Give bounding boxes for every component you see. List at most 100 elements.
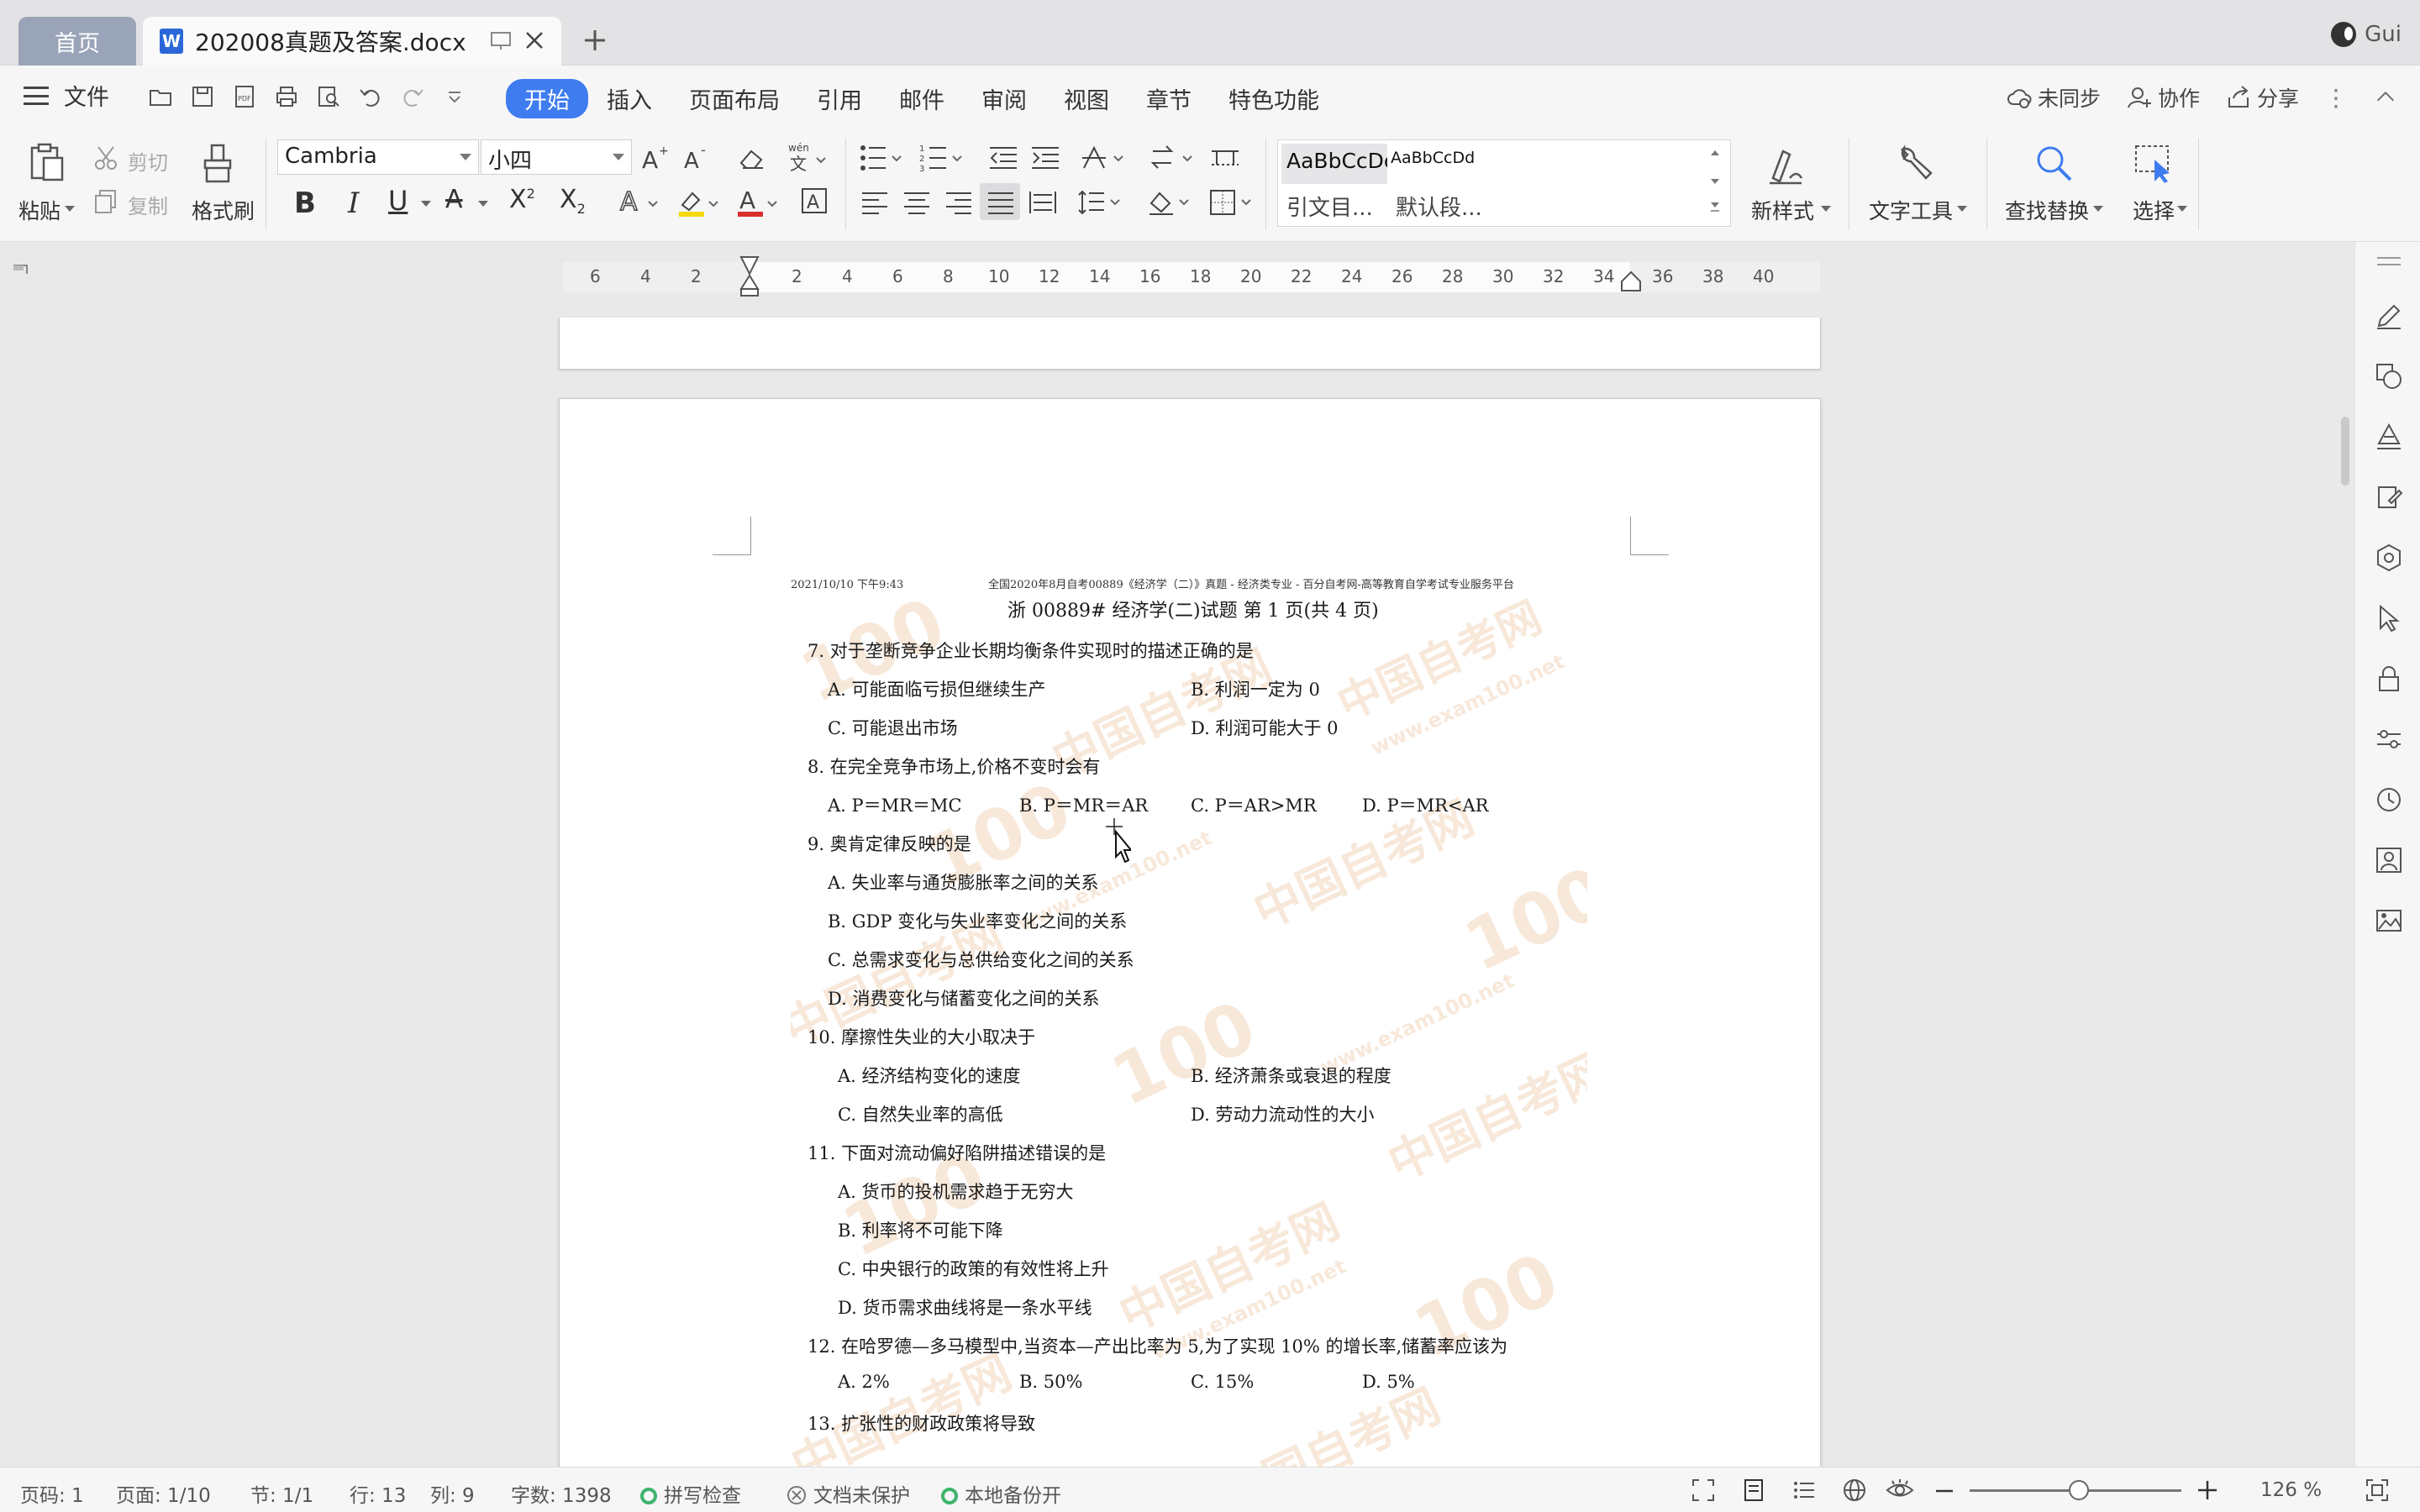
status-column[interactable]: 列: 9 (430, 1479, 475, 1508)
page-view-icon[interactable] (1741, 1478, 1766, 1503)
distributed-align-icon[interactable] (1028, 190, 1057, 215)
document-tools-icon[interactable] (2374, 482, 2404, 512)
zoom-out-icon[interactable] (1934, 1483, 1954, 1499)
sync-status[interactable]: 未同步 (2006, 82, 2101, 113)
picture-icon[interactable] (2374, 906, 2404, 936)
text-tools-wrench-icon[interactable] (1896, 143, 1938, 185)
spell-check-toggle[interactable]: 拼写检查 (640, 1479, 741, 1508)
cut-label[interactable]: 剪切 (128, 146, 168, 176)
increase-indent-icon[interactable] (1030, 144, 1060, 171)
sort-icon[interactable] (1150, 143, 1200, 173)
eye-protection-icon[interactable] (1886, 1478, 1914, 1503)
clear-formatting-eraser-icon[interactable] (736, 144, 766, 171)
select-label[interactable]: 选择 (2133, 195, 2175, 225)
history-clock-icon[interactable] (2374, 785, 2404, 815)
new-style-dropdown-icon[interactable] (1820, 205, 1832, 213)
zoom-slider-thumb[interactable] (2069, 1480, 2089, 1500)
tab-insert[interactable]: 插入 (588, 79, 671, 118)
shapes-icon[interactable] (2374, 361, 2404, 391)
font-size-select[interactable]: 小四 (481, 139, 632, 175)
translate-hexagon-icon[interactable] (2374, 543, 2404, 573)
underline-button[interactable]: U (388, 185, 408, 217)
tab-home-start[interactable]: 开始 (506, 79, 588, 118)
save-icon[interactable] (190, 84, 215, 109)
shrink-font-icon[interactable]: A- (682, 144, 713, 171)
user-account[interactable]: Gui (2331, 22, 2402, 47)
horizontal-ruler[interactable]: 6 4 2 2 4 6 8 10 12 14 16 18 20 22 24 26… (563, 256, 1820, 297)
vertical-scrollbar[interactable] (2338, 250, 2353, 1460)
tab-special-features[interactable]: 特色功能 (1210, 79, 1338, 118)
share-button[interactable]: 分享 (2225, 82, 2299, 113)
export-pdf-icon[interactable]: PDF (232, 84, 257, 109)
strikethrough-dropdown-icon[interactable] (477, 200, 489, 208)
local-backup-status[interactable]: 本地备份开 (941, 1479, 1061, 1508)
fit-window-icon[interactable] (2365, 1478, 2390, 1503)
style-name-default-paragraph[interactable]: 默认段... (1396, 191, 1482, 222)
status-row[interactable]: 行: 13 (350, 1479, 406, 1508)
new-style-icon[interactable] (1765, 144, 1807, 186)
document-protection-status[interactable]: 文档未保护 (786, 1479, 910, 1508)
customize-quick-access-icon[interactable] (442, 84, 467, 109)
zoom-level[interactable]: 126 % (2260, 1479, 2322, 1501)
vertical-scrollbar-thumb[interactable] (2341, 417, 2349, 486)
lock-icon[interactable] (2374, 664, 2404, 694)
character-border-icon[interactable]: A (800, 186, 829, 215)
new-tab-plus-icon[interactable] (578, 24, 612, 57)
select-dropdown-icon[interactable] (2176, 205, 2188, 213)
phonetic-guide-icon[interactable]: wén文 (786, 141, 827, 173)
paste-dropdown-icon[interactable] (64, 205, 76, 213)
style-name-citation[interactable]: 引文目... (1286, 191, 1373, 222)
web-view-globe-icon[interactable] (1842, 1478, 1867, 1503)
show-hide-marks-icon[interactable] (1210, 144, 1240, 171)
font-color-icon[interactable]: A (736, 185, 780, 218)
style-fill-icon[interactable] (2374, 422, 2404, 452)
tab-page-layout[interactable]: 页面布局 (671, 79, 798, 118)
status-word-count[interactable]: 字数: 1398 (511, 1479, 612, 1508)
settings-sliders-icon[interactable] (2374, 724, 2404, 754)
status-page-code[interactable]: 页码: 1 (20, 1479, 84, 1508)
paste-button-label[interactable]: 粘贴 (18, 195, 60, 225)
full-screen-icon[interactable] (1691, 1478, 1716, 1503)
text-tools-dropdown-icon[interactable] (1956, 205, 1968, 213)
redo-icon[interactable] (400, 84, 425, 109)
style-sample-default[interactable]: AaBbCcDd (1391, 149, 1475, 167)
tab-mailings[interactable]: 邮件 (881, 79, 963, 118)
cut-icon[interactable] (92, 144, 119, 171)
status-section[interactable]: 节: 1/1 (250, 1479, 313, 1508)
text-direction-icon[interactable] (1081, 143, 1131, 173)
indent-marker-hourglass-icon[interactable] (738, 255, 761, 297)
panel-collapse-icon[interactable] (2374, 254, 2404, 269)
document-page[interactable]: 100 中国自考网 中国自考网 www.exam100.net 100 www.… (559, 398, 1821, 1490)
format-painter-label[interactable]: 格式刷 (192, 195, 255, 225)
zoom-in-icon[interactable] (2196, 1479, 2218, 1501)
close-tab-icon[interactable] (521, 27, 548, 54)
italic-button[interactable]: I (348, 186, 359, 220)
numbered-list-icon[interactable]: 123 (919, 143, 970, 173)
tab-references[interactable]: 引用 (798, 79, 881, 118)
edit-pen-icon[interactable] (2374, 301, 2404, 331)
tab-home[interactable]: 首页 (18, 17, 136, 66)
collaborate-button[interactable]: 协作 (2126, 82, 2200, 113)
more-options-icon[interactable]: ⋮ (2324, 84, 2348, 112)
text-tools-label[interactable]: 文字工具 (1869, 195, 1953, 225)
find-replace-label[interactable]: 查找替换 (2005, 195, 2089, 225)
new-style-label[interactable]: 新样式 (1751, 195, 1814, 225)
select-cursor-icon[interactable] (2133, 143, 2175, 185)
underline-dropdown-icon[interactable] (420, 200, 432, 208)
text-effect-icon[interactable]: A (618, 185, 662, 218)
shading-icon[interactable] (1146, 188, 1197, 217)
highlight-color-icon[interactable] (677, 185, 721, 218)
tab-stop-selector-icon[interactable] (12, 262, 30, 277)
file-menu[interactable]: 文件 (24, 79, 109, 112)
tab-document[interactable]: W 202008真题及答案.docx (143, 17, 561, 66)
float-window-icon[interactable] (489, 29, 513, 52)
copy-label[interactable]: 复制 (128, 190, 168, 219)
bullet-list-icon[interactable] (859, 143, 909, 173)
align-right-icon[interactable] (944, 190, 973, 215)
superscript-button[interactable]: X2 (509, 185, 535, 214)
open-folder-icon[interactable] (148, 84, 173, 109)
undo-icon[interactable] (358, 84, 383, 109)
align-left-icon[interactable] (860, 190, 889, 215)
style-sample-citation[interactable]: AaBbCcDc (1281, 144, 1387, 184)
outline-view-icon[interactable] (1791, 1478, 1817, 1503)
